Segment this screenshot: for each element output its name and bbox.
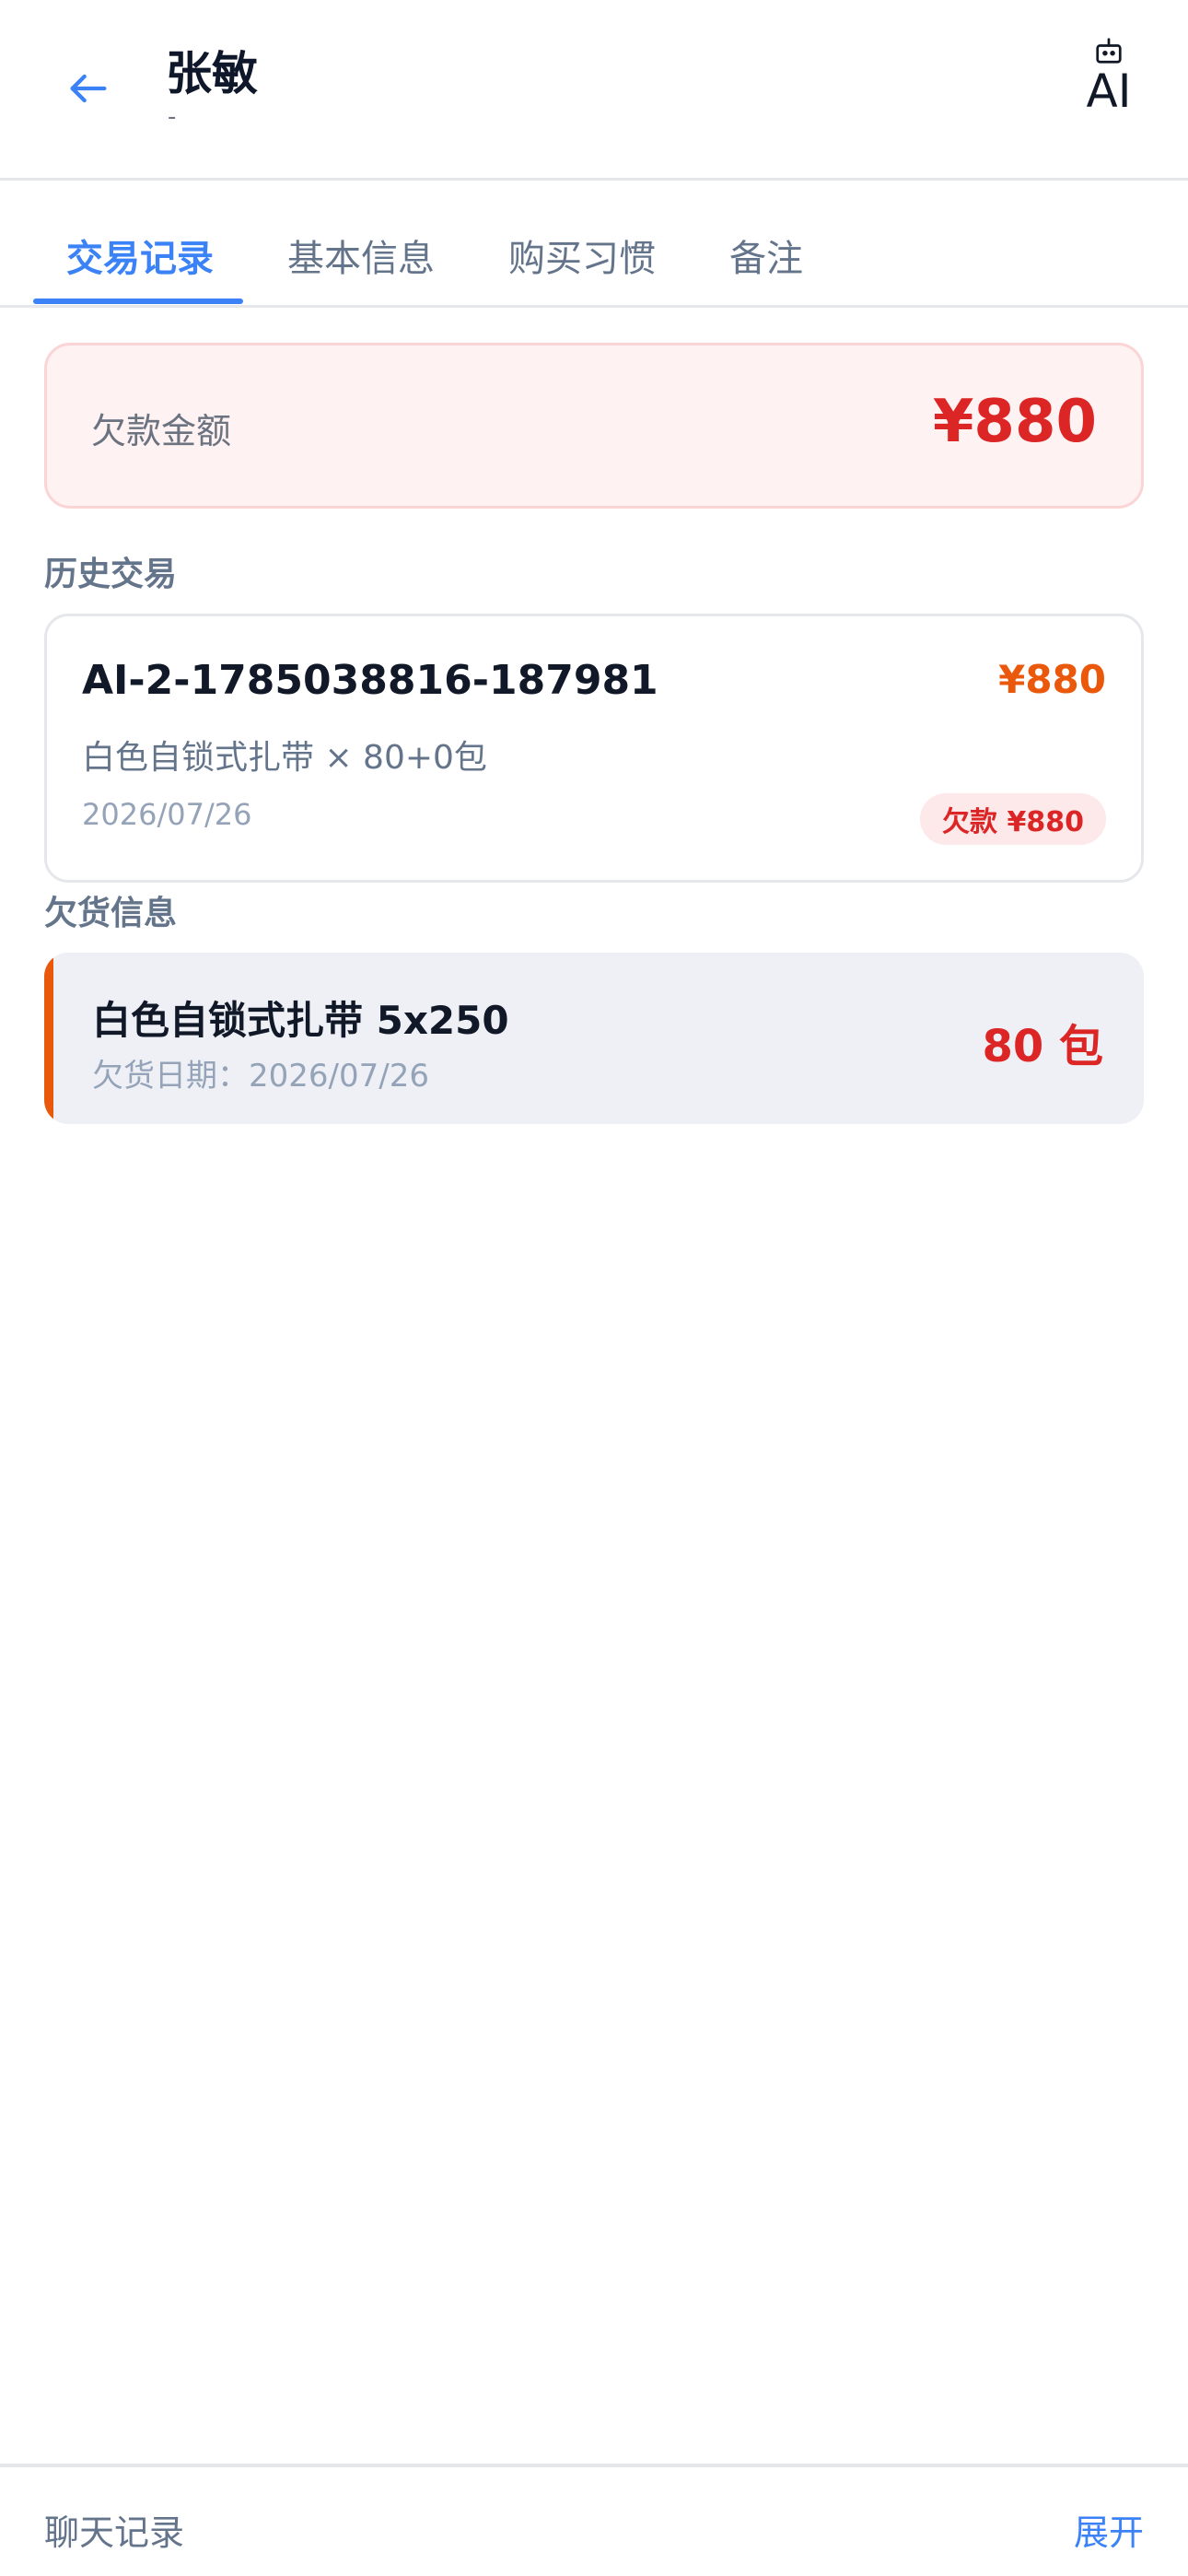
robot-icon xyxy=(1096,38,1122,64)
ai-assistant-button[interactable]: AI xyxy=(1072,37,1146,138)
tab-transactions[interactable]: 交易记录 xyxy=(66,228,214,282)
tab-purchase-habits[interactable]: 购买习惯 xyxy=(508,228,656,282)
transaction-items: 白色自锁式扎带 × 80+0包 xyxy=(82,739,487,777)
owed-item-date: 欠货日期：2026/07/26 xyxy=(92,1058,429,1095)
chat-history-bar: 聊天记录 展开 xyxy=(0,2464,1188,2576)
owed-accent-bar xyxy=(44,953,53,1124)
tab-bar: 交易记录 基本信息 购买习惯 备注 xyxy=(0,181,1188,308)
owed-goods-section-title: 欠货信息 xyxy=(44,895,178,932)
chat-history-label: 聊天记录 xyxy=(44,2512,185,2553)
arrow-left-icon xyxy=(70,74,107,103)
active-tab-indicator xyxy=(33,299,243,304)
transaction-id: AI-2-1785038816-187981 xyxy=(82,657,658,704)
history-section-title: 历史交易 xyxy=(44,556,178,593)
debt-label: 欠款金额 xyxy=(91,411,232,451)
expand-button[interactable]: 展开 xyxy=(1074,2504,1144,2555)
tab-notes[interactable]: 备注 xyxy=(729,228,803,282)
customer-subtitle: - xyxy=(168,103,177,131)
owed-item-quantity: 80 包 xyxy=(982,1021,1103,1072)
debt-value: ¥880 xyxy=(932,388,1097,456)
ai-label: AI xyxy=(1086,64,1132,118)
customer-name: 张敏 xyxy=(166,47,258,100)
tab-basic-info[interactable]: 基本信息 xyxy=(287,228,435,282)
owed-item-name: 白色自锁式扎带 5x250 xyxy=(92,998,509,1043)
owed-goods-card[interactable]: 白色自锁式扎带 5x250 欠货日期：2026/07/26 80 包 xyxy=(44,953,1144,1124)
transaction-card[interactable]: AI-2-1785038816-187981 ¥880 白色自锁式扎带 × 80… xyxy=(44,614,1144,883)
back-button[interactable] xyxy=(52,52,125,125)
page-header: 张敏 - AI xyxy=(0,0,1188,181)
transaction-amount: ¥880 xyxy=(998,657,1106,702)
debt-summary-card: 欠款金额 ¥880 xyxy=(44,343,1144,509)
transaction-date: 2026/07/26 xyxy=(82,797,252,832)
debt-badge: 欠款 ¥880 xyxy=(920,793,1106,845)
